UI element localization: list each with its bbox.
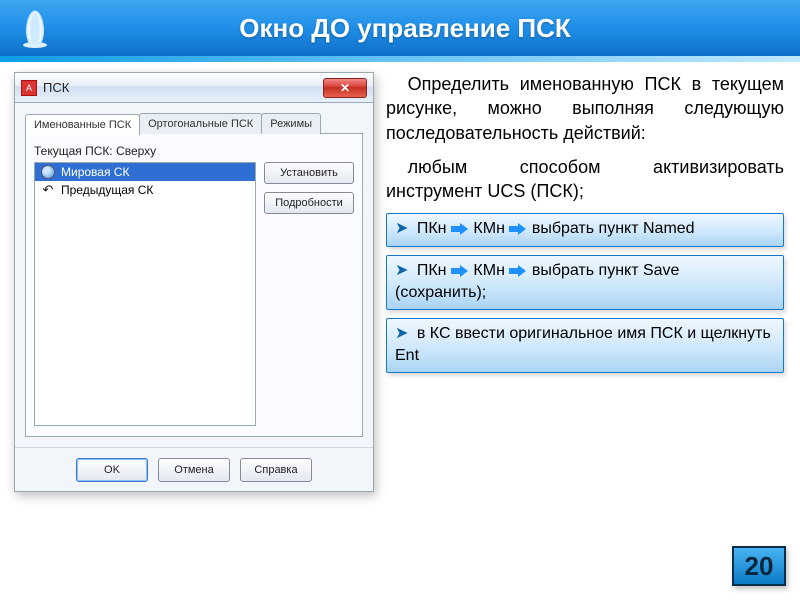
dialog-footer: OK Отмена Справка (15, 447, 373, 491)
list-item-label: Предыдущая СК (61, 183, 153, 197)
list-item[interactable]: ↶ Предыдущая СК (35, 181, 255, 199)
close-icon: ✕ (340, 81, 350, 95)
text-column: Определить именованную ПСК в текущем рис… (374, 62, 800, 600)
arrow-right-icon (509, 265, 527, 277)
chevron-icon: ➤ (395, 325, 408, 342)
ucs-listbox[interactable]: Мировая СК ↶ Предыдущая СК (34, 162, 256, 426)
step-text: выбрать пункт Named (532, 220, 695, 237)
dialog-title: ПСК (43, 80, 69, 95)
tab-modes[interactable]: Режимы (261, 113, 321, 134)
paragraph: Определить именованную ПСК в текущем рис… (386, 72, 784, 145)
step-text: КМн (473, 220, 504, 237)
slide-title: Окно ДО управление ПСК (60, 13, 800, 44)
chevron-icon: ➤ (395, 220, 408, 237)
help-button[interactable]: Справка (240, 458, 312, 482)
page-number: 20 (732, 546, 786, 586)
list-item-label: Мировая СК (61, 165, 129, 179)
step-text: ПКн (417, 262, 447, 279)
step-item: ➤ ПКн КМн выбрать пункт Named (386, 213, 784, 247)
slide-header: Окно ДО управление ПСК (0, 0, 800, 56)
arrow-right-icon (509, 223, 527, 235)
step-text: КМн (473, 262, 504, 279)
panel-left: Текущая ПСК: Сверху Мировая СК ↶ Предыду… (34, 144, 256, 426)
step-item: ➤ ПКн КМн выбрать пункт Save (сохранить)… (386, 255, 784, 310)
tab-orthogonal-ucs[interactable]: Ортогональные ПСК (139, 113, 262, 134)
step-text: в КС ввести оригинальное имя ПСК и щелкн… (395, 325, 771, 364)
arrow-right-icon (451, 223, 469, 235)
chevron-icon: ➤ (395, 262, 408, 279)
panel-right: Установить Подробности (264, 144, 354, 426)
current-ucs-label: Текущая ПСК: Сверху (34, 144, 256, 158)
app-small-icon: A (21, 80, 37, 96)
dialog-titlebar[interactable]: A ПСК ✕ (15, 73, 373, 103)
cancel-button[interactable]: Отмена (158, 458, 230, 482)
dialog-window: A ПСК ✕ Именованные ПСК Ортогональные ПС… (14, 72, 374, 492)
tab-strip: Именованные ПСК Ортогональные ПСК Режимы (25, 113, 363, 134)
back-arrow-icon: ↶ (41, 183, 55, 197)
paragraph: любым способом активизировать инструмент… (386, 155, 784, 204)
tab-named-ucs[interactable]: Именованные ПСК (25, 114, 140, 135)
dialog-body: Именованные ПСК Ортогональные ПСК Режимы… (15, 103, 373, 447)
app-logo (10, 3, 60, 53)
globe-icon (41, 165, 55, 179)
tab-panel: Текущая ПСК: Сверху Мировая СК ↶ Предыду… (25, 133, 363, 437)
arrow-right-icon (451, 265, 469, 277)
details-button[interactable]: Подробности (264, 192, 354, 214)
step-text: ПКн (417, 220, 447, 237)
set-current-button[interactable]: Установить (264, 162, 354, 184)
list-item[interactable]: Мировая СК (35, 163, 255, 181)
close-button[interactable]: ✕ (323, 78, 367, 98)
step-item: ➤ в КС ввести оригинальное имя ПСК и щел… (386, 318, 784, 373)
ok-button[interactable]: OK (76, 458, 148, 482)
